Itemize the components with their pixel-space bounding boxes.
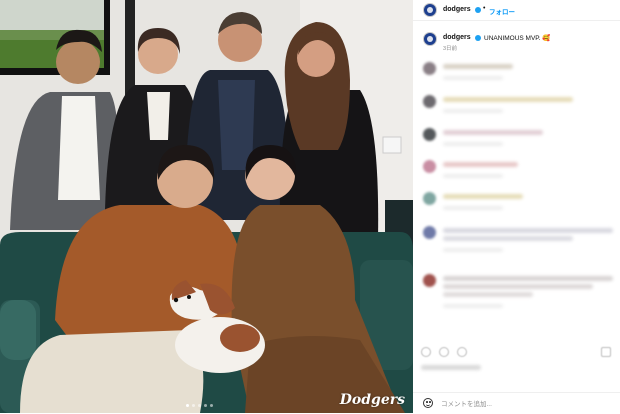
commenter-avatar[interactable] [423,160,436,173]
comment-meta [443,174,503,178]
comment-text [443,276,613,281]
comment-text [443,162,518,167]
comment-meta [443,142,503,146]
caption-timestamp[interactable]: 3日前 [443,44,457,52]
carousel-dot[interactable] [210,404,213,407]
carousel-dot[interactable] [192,404,195,407]
header-separator: • [483,5,486,12]
post-sidebar: dodgers • フォロー dodgers UNANIMOUS MVP. 🥰 … [413,0,620,413]
comment-text [443,292,533,297]
comment-meta [443,76,503,80]
carousel-indicator [186,404,226,408]
save-icon[interactable] [601,347,611,357]
follow-button[interactable]: フォロー [489,6,515,16]
post-image[interactable]: Dodgers [0,0,413,413]
group-photo [0,0,413,413]
comment-bar: コメントを追加... [413,392,620,414]
comment-text [443,130,543,135]
dodgers-watermark: Dodgers [339,392,405,408]
commenter-avatar[interactable] [423,274,436,287]
like-icon[interactable] [421,347,431,357]
commenter-avatar[interactable] [423,62,436,75]
comment-text [443,64,513,69]
share-icon[interactable] [457,347,467,357]
comment-meta [443,109,503,113]
account-username[interactable]: dodgers [443,6,471,13]
account-avatar[interactable] [423,3,437,17]
comment-meta [443,206,503,210]
verified-badge-icon [475,6,481,13]
commenter-avatar[interactable] [423,226,436,239]
verified-badge-icon [475,34,481,41]
comment-text [443,97,573,102]
post-actions [413,343,620,373]
comment-text [443,236,573,241]
comment-icon[interactable] [439,347,449,357]
comment-meta [443,304,503,308]
commenter-avatar[interactable] [423,192,436,205]
caption-text: UNANIMOUS MVP. 🥰 [484,35,551,42]
smile-icon[interactable] [423,398,433,408]
caption-username[interactable]: dodgers [443,34,471,41]
post-header: dodgers • フォロー [413,0,620,21]
comment-text [443,284,593,289]
likes-count [421,365,481,370]
caption-avatar[interactable] [423,32,437,46]
commenter-avatar[interactable] [423,95,436,108]
carousel-dot-active[interactable] [186,404,189,407]
comment-text [443,228,613,233]
carousel-dot[interactable] [204,404,207,407]
carousel-dot[interactable] [198,404,201,407]
comment-meta [443,248,503,252]
commenter-avatar[interactable] [423,128,436,141]
comment-text [443,194,523,199]
comment-input[interactable]: コメントを追加... [441,398,492,408]
